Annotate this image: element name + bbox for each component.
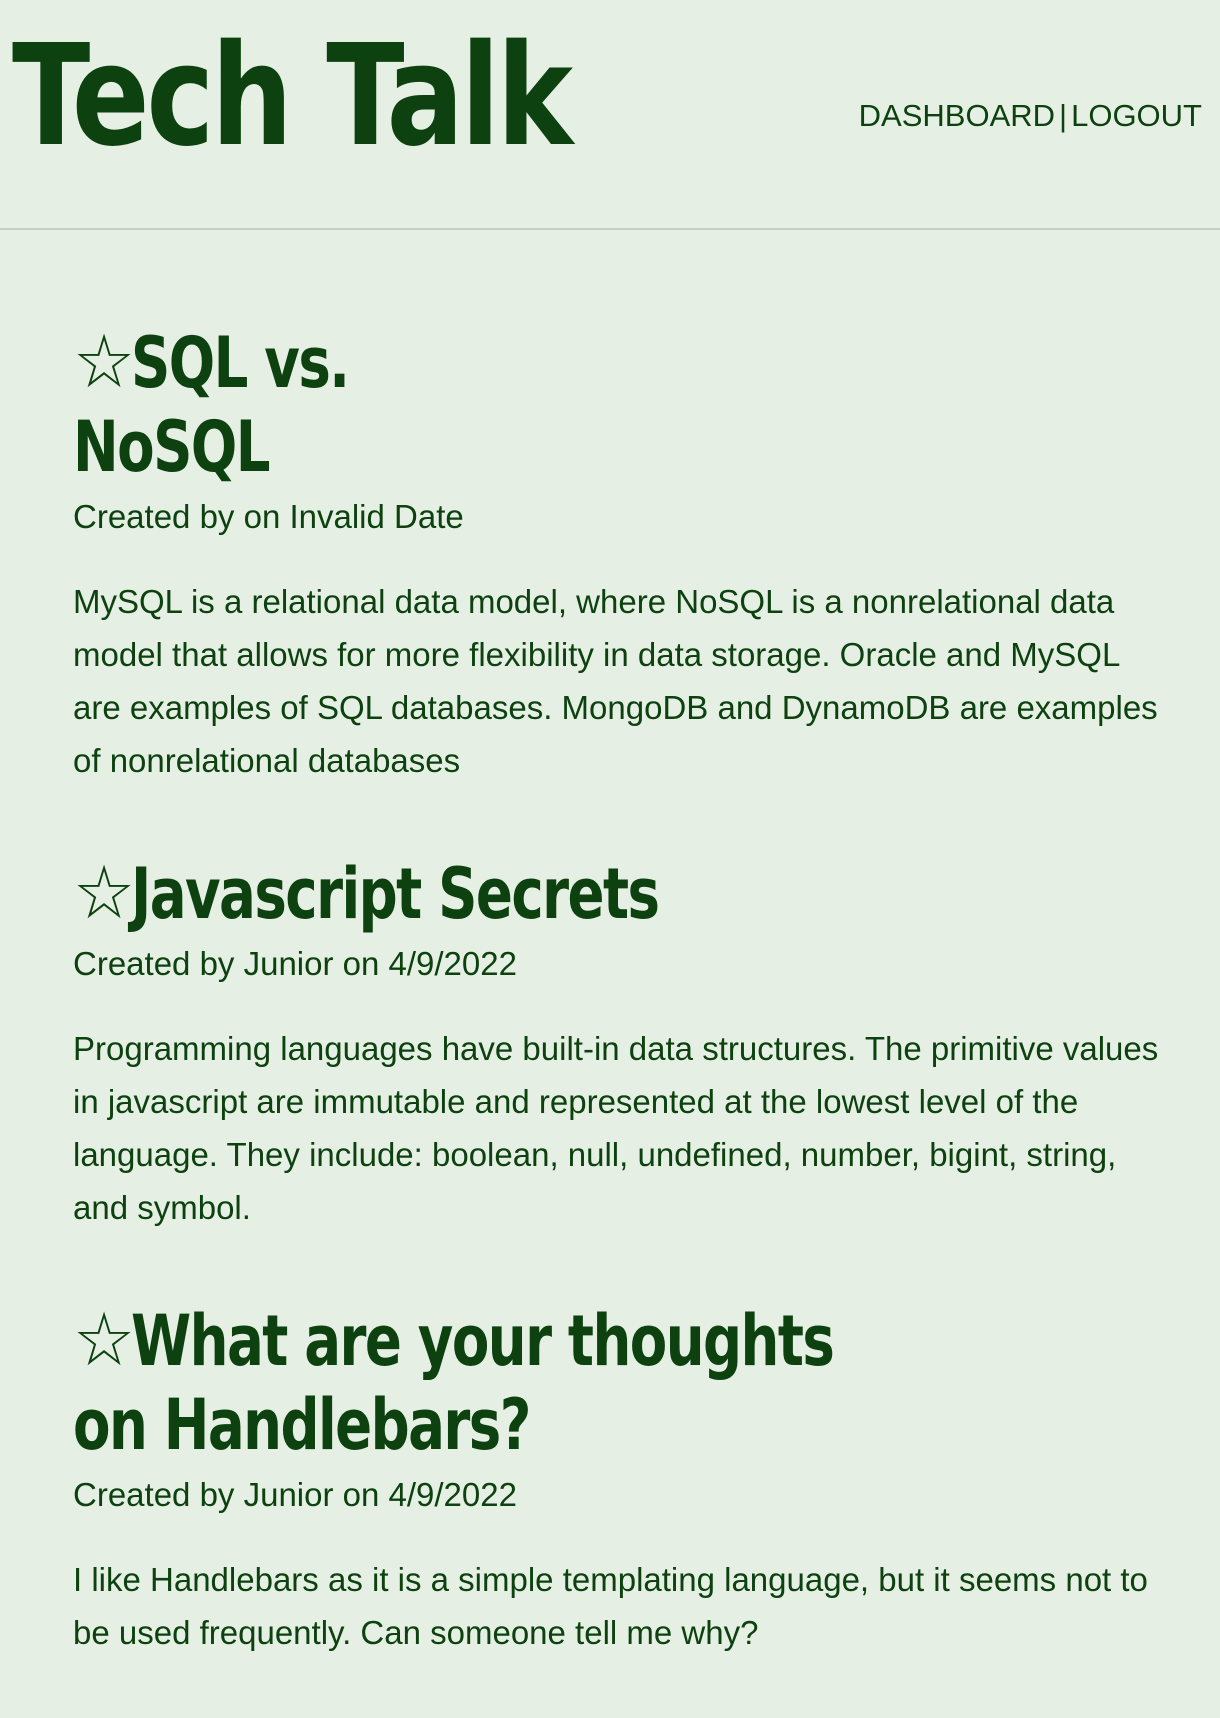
post-list: ☆SQL vs. NoSQL Created by on Invalid Dat… [73, 320, 1163, 1659]
post-card: ☆What are your thoughts on Handlebars? C… [73, 1298, 1163, 1659]
post-title[interactable]: ☆Javascript Secrets [73, 851, 697, 936]
site-title[interactable]: Tech Talk [12, 22, 573, 172]
post-title-text[interactable]: Javascript Secrets [131, 853, 660, 935]
logout-link[interactable]: LOGOUT [1071, 98, 1202, 133]
post-body: Programming languages have built-in data… [73, 1030, 1159, 1226]
post-body: MySQL is a relational data model, where … [73, 583, 1158, 779]
top-nav: DASHBOARD | LOGOUT [859, 96, 1202, 136]
post-card: ☆Javascript Secrets Created by Junior on… [73, 851, 1163, 1234]
post-title[interactable]: ☆SQL vs. NoSQL [73, 320, 510, 489]
post-meta: Created by Junior on 4/9/2022 [73, 1476, 517, 1513]
dashboard-link[interactable]: DASHBOARD [859, 98, 1055, 133]
post-card: ☆SQL vs. NoSQL Created by on Invalid Dat… [73, 320, 1163, 787]
star-icon[interactable]: ☆ [73, 851, 135, 935]
nav-separator: | [1059, 98, 1068, 133]
post-meta: Created by Junior on 4/9/2022 [73, 945, 517, 982]
post-title-text[interactable]: What are your thoughts on Handlebars? [73, 1300, 835, 1466]
post-body: I like Handlebars as it is a simple temp… [73, 1561, 1148, 1651]
star-icon[interactable]: ☆ [73, 320, 135, 404]
site-header: Tech Talk DASHBOARD | LOGOUT [0, 0, 1220, 230]
star-icon[interactable]: ☆ [73, 1298, 135, 1382]
post-title[interactable]: ☆What are your thoughts on Handlebars? [73, 1298, 853, 1467]
post-meta: Created by on Invalid Date [73, 498, 464, 535]
